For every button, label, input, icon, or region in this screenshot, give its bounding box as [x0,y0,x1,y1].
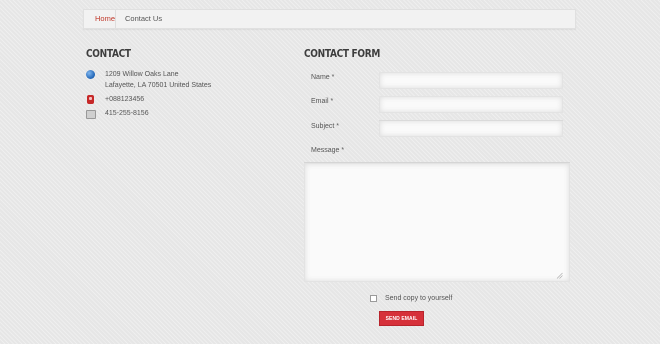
name-input[interactable] [379,72,563,89]
send-email-button[interactable]: SEND EMAIL [379,311,424,326]
email-label: Email * [311,98,334,105]
breadcrumb-current: Contact Us [125,14,163,23]
message-textarea[interactable] [304,163,570,282]
contact-form-heading: CONTACT FORM [304,47,381,60]
email-input[interactable] [379,96,563,113]
send-copy-checkbox[interactable] [370,295,377,302]
breadcrumb-home-link[interactable]: Home [95,10,115,28]
address-line2: Lafayette, LA 70501 United States [105,81,212,89]
name-label: Name * [311,74,335,81]
contact-heading: CONTACT [86,47,131,60]
breadcrumb-separator [115,10,116,28]
subject-input[interactable] [379,120,563,137]
resize-grip-icon[interactable] [556,272,563,279]
mobile-phone-icon [87,95,94,104]
globe-icon [86,70,95,79]
phone-number: +088123456 [105,96,145,103]
subject-divider [379,120,563,121]
breadcrumb: Home Contact Us [83,9,576,29]
send-copy-label: Send copy to yourself [385,295,453,302]
address-line1: 1209 Willow Oaks Lane [105,71,179,78]
fax-number: 415-255-8156 [105,110,149,117]
subject-label: Subject * [311,123,340,130]
fax-icon [86,110,96,119]
message-label: Message * [311,147,345,154]
